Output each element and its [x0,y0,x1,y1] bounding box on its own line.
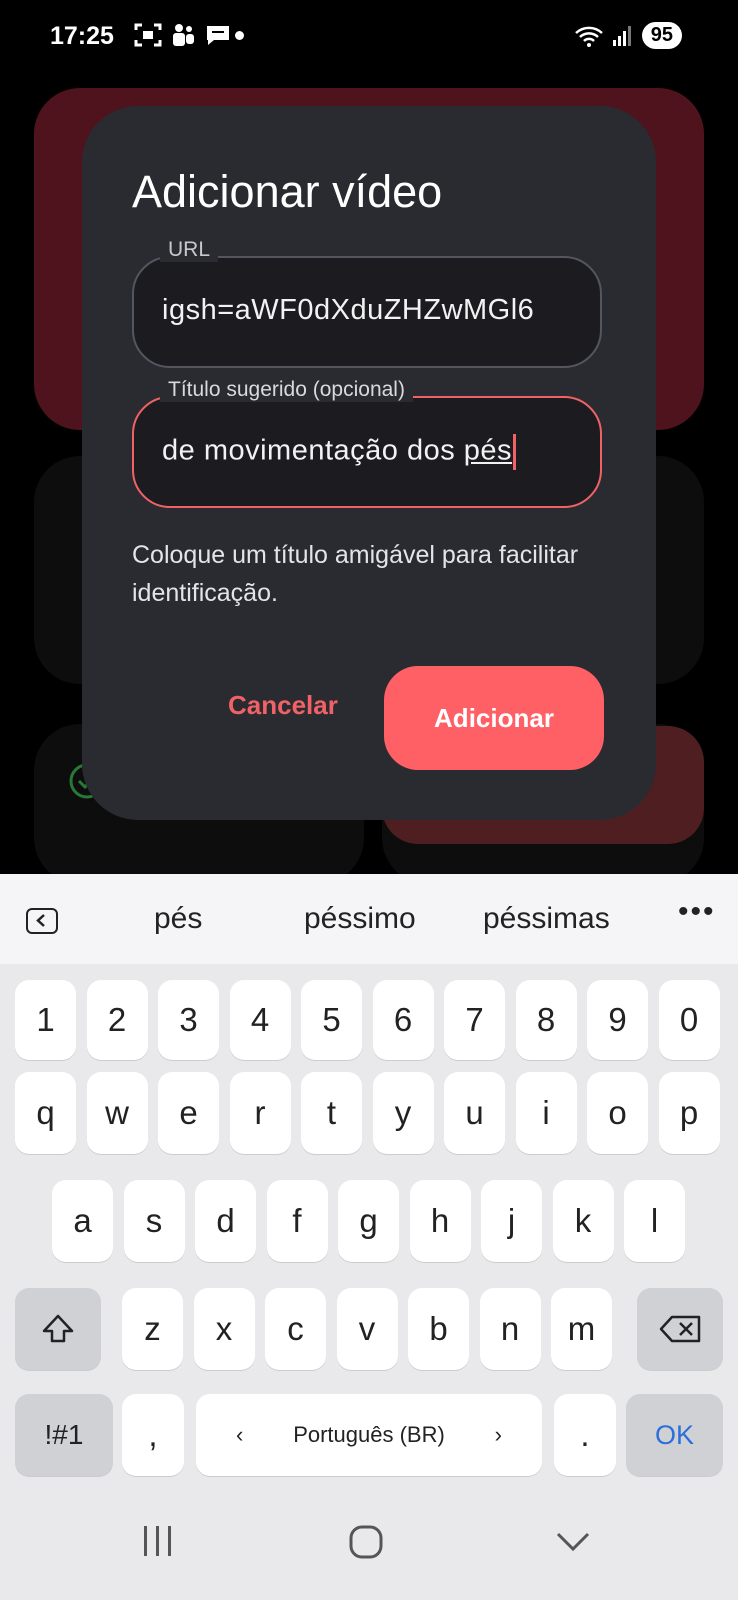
key-w[interactable]: w [86,1072,148,1154]
chat-icon [207,26,229,45]
back-icon[interactable] [555,1530,591,1554]
key-9[interactable]: 9 [587,980,648,1060]
url-field-label: URL [160,238,219,262]
battery-indicator: 95 [641,22,682,49]
key-q[interactable]: q [15,1072,76,1154]
suggested-title-field[interactable]: Título sugerido (opcional) de movimentaç… [132,378,602,508]
teams-icon [173,24,194,46]
status-bar: 17:25 95 [0,0,738,78]
key-3[interactable]: 3 [158,980,219,1060]
system-status: 95 [574,22,682,49]
key-d[interactable]: d [195,1180,256,1262]
key-t[interactable]: t [301,1072,362,1154]
key-b[interactable]: b [408,1288,469,1370]
add-video-dialog: Adicionar vídeo URL igsh=aWF0dXduZHZwMGl… [82,106,656,820]
navigation-bar [0,1492,738,1600]
key-u[interactable]: u [444,1072,505,1154]
key-8[interactable]: 8 [515,980,577,1060]
backspace-icon [659,1315,701,1343]
period-key[interactable]: . [554,1394,616,1476]
suggestion-1[interactable]: pés [154,902,202,936]
comma-key[interactable]: , [122,1394,184,1476]
dialog-title: Adicionar vídeo [132,166,443,217]
suggestion-3[interactable]: péssimas [483,902,610,936]
composing-word: pés [463,434,513,467]
key-z[interactable]: z [122,1288,183,1370]
key-6[interactable]: 6 [372,980,434,1060]
key-p[interactable]: p [658,1072,720,1154]
backspace-key[interactable] [637,1288,723,1370]
key-a[interactable]: a [52,1180,113,1262]
notification-icons [134,22,232,48]
title-field-label: Título sugerido (opcional) [160,378,413,402]
helper-text: Coloque um título amigável para facilita… [132,541,579,607]
key-s[interactable]: s [123,1180,185,1262]
cancel-button[interactable]: Cancelar [212,680,354,731]
home-icon[interactable] [348,1524,384,1560]
shift-icon [42,1314,74,1343]
title-field-value: de movimentação dos pés [162,434,574,470]
suggestion-collapse-icon[interactable] [26,908,58,934]
language-next-icon: › [494,1422,502,1447]
key-4[interactable]: 4 [229,980,291,1060]
key-7[interactable]: 7 [444,980,505,1060]
key-5[interactable]: 5 [301,980,362,1060]
key-x[interactable]: x [193,1288,255,1370]
key-i[interactable]: i [515,1072,577,1154]
recent-apps-icon[interactable] [142,1524,174,1558]
more-options-icon[interactable]: ••• [678,895,716,929]
url-field[interactable]: URL igsh=aWF0dXduZHZwMGl6 [132,238,602,368]
text-cursor [513,434,517,470]
key-f[interactable]: f [266,1180,328,1262]
language-label: Português (BR) [293,1422,445,1447]
shift-key[interactable] [15,1288,101,1370]
add-button[interactable]: Adicionar [384,666,604,770]
key-1[interactable]: 1 [15,980,76,1060]
space-key[interactable]: ‹ Português (BR) › [196,1394,542,1476]
key-h[interactable]: h [409,1180,471,1262]
key-v[interactable]: v [336,1288,398,1370]
status-time: 17:25 [50,22,114,50]
key-m[interactable]: m [551,1288,612,1370]
ok-key[interactable]: OK [626,1394,723,1476]
signal-icon [612,25,631,46]
language-prev-icon: ‹ [236,1422,244,1447]
key-k[interactable]: k [552,1180,614,1262]
symbols-key[interactable]: !#1 [15,1394,113,1476]
notification-dot [235,31,244,40]
key-r[interactable]: r [229,1072,291,1154]
key-o[interactable]: o [587,1072,648,1154]
key-n[interactable]: n [479,1288,541,1370]
screenshot-icon [134,23,162,47]
url-field-value: igsh=aWF0dXduZHZwMGl6 [162,294,535,326]
key-l[interactable]: l [624,1180,685,1262]
key-0[interactable]: 0 [658,980,720,1060]
key-j[interactable]: j [481,1180,542,1262]
key-g[interactable]: g [338,1180,399,1262]
key-2[interactable]: 2 [86,980,148,1060]
key-e[interactable]: e [158,1072,219,1154]
wifi-icon [574,26,603,47]
key-c[interactable]: c [265,1288,326,1370]
key-y[interactable]: y [372,1072,434,1154]
suggestion-2[interactable]: péssimo [304,902,416,936]
